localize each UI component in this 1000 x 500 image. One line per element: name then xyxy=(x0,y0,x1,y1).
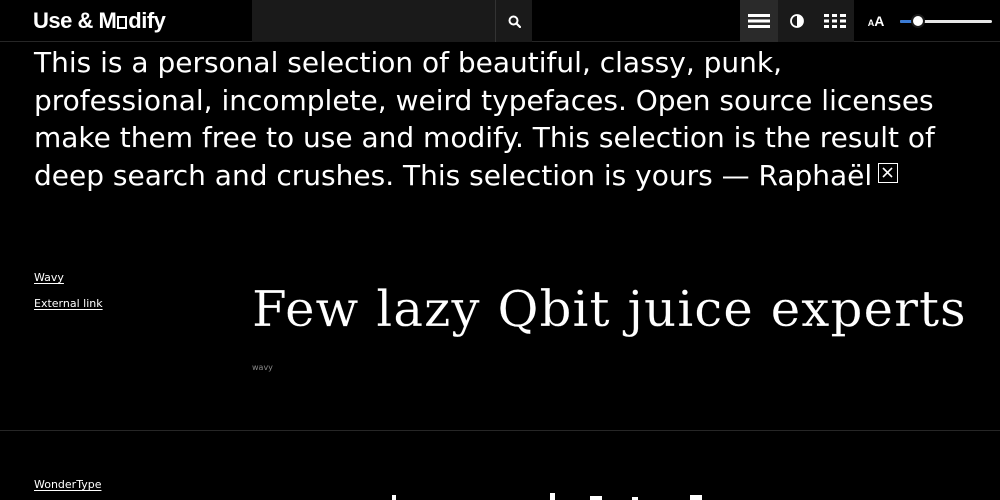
font-size-icon: AA xyxy=(868,13,885,29)
logo-text-start: Use & M xyxy=(33,8,117,33)
contrast-toggle-button[interactable] xyxy=(778,0,816,42)
font-specimen-label: wavy xyxy=(252,363,273,372)
search-icon xyxy=(508,15,521,28)
grid-view-icon xyxy=(824,14,846,28)
contrast-icon xyxy=(790,14,804,28)
close-intro-button[interactable] xyxy=(878,162,899,183)
site-logo[interactable]: Use & M dify xyxy=(33,6,166,36)
font-size-slider[interactable] xyxy=(900,12,992,30)
close-x-icon xyxy=(882,166,893,178)
search-button[interactable] xyxy=(495,0,532,42)
intro-text: This is a personal selection of beautifu… xyxy=(34,44,964,194)
square-o-icon xyxy=(117,15,128,29)
logo-text-end: dify xyxy=(128,8,166,33)
list-view-icon xyxy=(748,14,770,28)
intro-body: This is a personal selection of beautifu… xyxy=(34,46,935,192)
font-specimen-partial xyxy=(380,486,720,500)
font-size-big-glyph: A xyxy=(874,13,885,29)
font-name-link[interactable]: Wavy xyxy=(34,271,64,284)
top-bar: Use & M dify A A xyxy=(0,0,1000,42)
entry-divider xyxy=(0,430,1000,431)
list-view-button[interactable] xyxy=(740,0,778,42)
font-size-button[interactable]: AA xyxy=(858,0,894,42)
font-specimen: Few lazy Qbit juice experts xyxy=(252,280,967,338)
grid-view-button[interactable] xyxy=(816,0,854,42)
external-link[interactable]: External link xyxy=(34,297,103,310)
font-name-link[interactable]: WonderType xyxy=(34,478,101,491)
search-input[interactable] xyxy=(252,0,495,42)
slider-thumb[interactable] xyxy=(911,14,926,28)
